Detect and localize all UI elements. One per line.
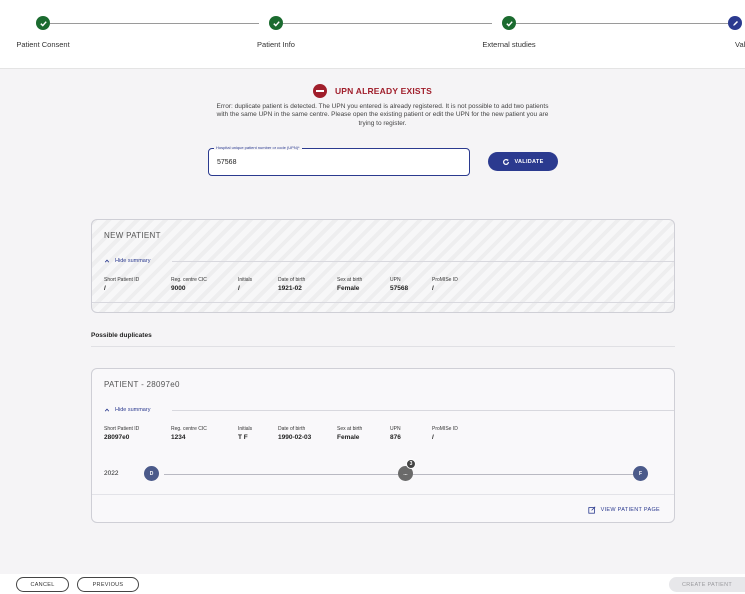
timeline-year: 2022	[104, 470, 119, 477]
validate-button-label: VALIDATE	[514, 158, 544, 165]
step-label-patient-info[interactable]: Patient Info	[257, 40, 295, 49]
stepper-connector	[283, 23, 492, 24]
patient-timeline: 2022 D ... 3 F	[104, 459, 664, 482]
duplicate-patient-card: PATIENT - 28097e0 Hide summary Short Pat…	[91, 368, 675, 523]
timeline-node-middle[interactable]: ... 3	[398, 459, 416, 481]
summary-divider	[172, 261, 674, 262]
duplicate-patient-fields: Short Patient ID 28097e0 Reg. centre CIC 1…	[104, 426, 492, 441]
check-icon	[502, 16, 516, 30]
timeline-count-badge: 3	[406, 459, 416, 469]
error-icon	[312, 84, 327, 98]
create-patient-button[interactable]: CREATE PATIENT	[669, 577, 745, 592]
field-promise-id: ProMISe ID /	[432, 426, 458, 441]
chevron-up-icon	[104, 408, 110, 412]
refresh-icon	[503, 158, 510, 165]
hide-summary-toggle[interactable]: Hide summary	[104, 258, 150, 264]
view-patient-page-link[interactable]: VIEW PATIENT PAGE	[587, 506, 660, 514]
field-promise-id: ProMISe ID /	[432, 277, 458, 292]
cancel-button[interactable]: CANCEL	[16, 577, 69, 592]
new-patient-title: NEW PATIENT	[104, 231, 161, 240]
field-sex-at-birth: Sex at birth Female	[337, 426, 363, 441]
new-patient-fields: Short Patient ID / Reg. centre CIC 9000 In…	[104, 277, 492, 292]
card-divider	[92, 494, 674, 495]
stepper-connector	[516, 23, 728, 24]
section-divider	[91, 346, 675, 347]
view-patient-page-label: VIEW PATIENT PAGE	[600, 507, 660, 513]
new-patient-card: NEW PATIENT Hide summary Short Patient I…	[91, 219, 675, 313]
timeline-node-start[interactable]: D	[144, 466, 159, 481]
field-initials: Initials /	[238, 277, 253, 292]
field-upn: UPN 876	[390, 426, 401, 441]
chevron-up-icon	[104, 259, 110, 263]
field-date-of-birth: Date of birth 1921-02	[278, 277, 306, 292]
pencil-icon	[728, 16, 742, 30]
field-date-of-birth: Date of birth 1990-02-03	[278, 426, 312, 441]
step-label-validation[interactable]: Validation	[735, 40, 745, 49]
timeline-node-end[interactable]: F	[633, 466, 648, 481]
error-title: UPN ALREADY EXISTS	[334, 86, 433, 96]
hide-summary-label: Hide summary	[115, 258, 151, 264]
upn-input[interactable]: Hospital unique patient number or code (…	[208, 145, 470, 176]
check-icon	[269, 16, 283, 30]
field-upn: UPN 57568	[390, 277, 409, 292]
field-initials: Initials T F	[238, 426, 253, 441]
upn-input-value[interactable]: 57568	[217, 159, 236, 166]
error-banner: UPN ALREADY EXISTS	[0, 84, 745, 98]
upn-input-label: Hospital unique patient number or code (…	[214, 145, 302, 150]
step-label-external-studies[interactable]: External studies	[482, 40, 535, 49]
field-short-patient-id: Short Patient ID /	[104, 277, 140, 292]
check-icon	[36, 16, 50, 30]
duplicate-patient-title: PATIENT - 28097e0	[104, 380, 180, 389]
validate-button[interactable]: VALIDATE	[488, 152, 558, 171]
timeline-node-middle-label: ...	[403, 470, 408, 477]
stepper: Patient Consent Patient Info External st…	[0, 0, 745, 68]
hide-summary-toggle[interactable]: Hide summary	[104, 407, 150, 413]
possible-duplicates-heading: Possible duplicates	[91, 332, 152, 339]
field-reg-centre-cic: Reg. centre CIC 9000	[171, 277, 207, 292]
field-reg-centre-cic: Reg. centre CIC 1234	[171, 426, 207, 441]
step-label-consent[interactable]: Patient Consent	[16, 40, 69, 49]
hide-summary-label: Hide summary	[115, 407, 151, 413]
field-sex-at-birth: Sex at birth Female	[337, 277, 363, 292]
stepper-connector	[50, 23, 259, 24]
summary-divider	[172, 410, 674, 411]
open-external-icon	[587, 506, 596, 514]
previous-button[interactable]: PREVIOUS	[77, 577, 139, 592]
field-short-patient-id: Short Patient ID 28097e0	[104, 426, 140, 441]
error-message: Error: duplicate patient is detected. Th…	[216, 103, 549, 127]
card-divider	[92, 302, 674, 303]
